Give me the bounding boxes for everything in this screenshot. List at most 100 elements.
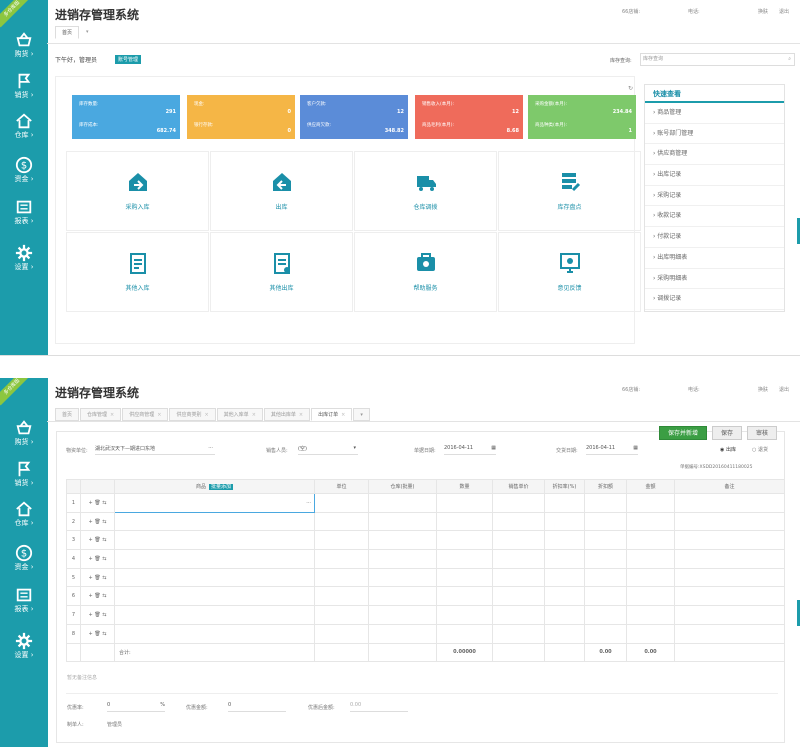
table-cell[interactable] — [368, 605, 437, 625]
table-cell[interactable] — [584, 605, 627, 625]
discount-rate-input[interactable]: 0% — [107, 702, 165, 712]
table-cell[interactable] — [114, 549, 315, 569]
table-cell[interactable] — [626, 530, 675, 551]
quick-access-item[interactable]: › 付款记录 — [645, 227, 784, 248]
table-cell[interactable]: 1 — [66, 493, 81, 513]
copy-row-icon[interactable]: ⇆ — [102, 519, 106, 525]
tab-item[interactable]: 其他出库单 × — [263, 408, 311, 421]
copy-row-icon[interactable]: ⇆ — [102, 631, 106, 637]
table-cell[interactable] — [436, 567, 493, 588]
table-cell[interactable] — [314, 549, 369, 569]
copy-row-icon[interactable]: ⇆ — [102, 575, 106, 581]
table-cell[interactable] — [368, 623, 437, 644]
shortcut-tile[interactable]: 其他出库 — [210, 232, 353, 312]
close-icon[interactable]: × — [110, 412, 114, 418]
table-cell[interactable] — [544, 511, 585, 532]
radio-checked-icon[interactable]: ◉ — [720, 447, 724, 453]
table-cell[interactable] — [314, 586, 369, 607]
table-cell[interactable] — [368, 493, 437, 513]
table-cell[interactable] — [584, 549, 627, 569]
quick-access-item[interactable]: › 收款记录 — [645, 206, 784, 228]
radio-empty-icon[interactable]: ○ — [752, 447, 756, 453]
sidebar-item-3[interactable]: $ 资金 › — [0, 541, 48, 583]
stock-query-input[interactable]: 库存查询 ⌕ — [640, 53, 795, 66]
table-cell[interactable] — [674, 511, 785, 532]
table-cell[interactable] — [584, 567, 627, 588]
table-cell[interactable] — [626, 549, 675, 569]
chevron-down-icon[interactable]: ▾ — [353, 445, 356, 451]
table-cell[interactable] — [584, 623, 627, 644]
shortcut-tile[interactable]: 采购入库 — [66, 151, 209, 231]
table-cell[interactable] — [314, 493, 369, 513]
logout-link[interactable]: 退出 — [779, 8, 789, 15]
sidebar-item-3[interactable]: $ 资金 › — [0, 153, 48, 195]
table-cell[interactable] — [114, 567, 315, 588]
sidebar-item-1[interactable]: 销货 › — [0, 457, 48, 499]
calendar-icon[interactable]: ▦ — [491, 445, 496, 451]
sidebar-item-2[interactable]: 仓库 › — [0, 497, 48, 539]
sidebar-item-4[interactable]: 报表 › — [0, 195, 48, 237]
tab-item[interactable]: 首页 — [55, 408, 80, 421]
table-cell[interactable] — [492, 530, 545, 551]
scrollbar[interactable] — [797, 600, 800, 626]
copy-row-icon[interactable]: ⇆ — [102, 537, 106, 543]
table-cell[interactable] — [492, 586, 545, 607]
search-icon[interactable]: ⌕ — [788, 54, 791, 65]
tab-item[interactable]: 出库订单 × — [311, 408, 353, 421]
deliver-date-input[interactable]: 2016-04-11 ▦ — [586, 445, 638, 455]
copy-row-icon[interactable]: ⇆ — [102, 593, 106, 599]
table-cell[interactable] — [492, 511, 545, 532]
table-cell[interactable] — [674, 567, 785, 588]
stat-card[interactable]: 销售收入(本月): 12 商品毛利(本月): 8.68 — [415, 95, 523, 139]
table-cell[interactable] — [544, 567, 585, 588]
stat-card[interactable]: 库存数量: 291 库存成本: 682.74 — [72, 95, 180, 139]
table-cell[interactable] — [584, 530, 627, 551]
table-cell[interactable]: 5 — [66, 567, 81, 588]
table-cell[interactable] — [674, 605, 785, 625]
copy-row-icon[interactable]: ⇆ — [102, 500, 106, 506]
account-badge[interactable]: 账号管理 — [115, 55, 142, 64]
close-icon[interactable]: × — [157, 412, 161, 418]
copy-row-icon[interactable]: ⇆ — [102, 556, 106, 562]
scrollbar[interactable] — [797, 218, 800, 244]
stat-card[interactable]: 现金: 0 银行存款: 0 — [187, 95, 295, 139]
sidebar-item-0[interactable]: 购货 › — [0, 28, 48, 70]
table-cell[interactable] — [544, 530, 585, 551]
tab-item[interactable]: 其他入库单 × — [216, 408, 263, 421]
table-cell[interactable] — [436, 605, 493, 625]
table-cell[interactable] — [626, 511, 675, 532]
quick-access-item[interactable]: › 商品管理 — [645, 103, 784, 124]
table-cell[interactable] — [368, 549, 437, 569]
close-icon[interactable]: × — [299, 412, 303, 418]
chevron-down-icon[interactable]: ▾ — [80, 26, 95, 39]
tab-item[interactable]: 仓库管理 × — [80, 408, 122, 421]
table-cell[interactable] — [492, 493, 545, 513]
table-cell[interactable] — [368, 511, 437, 532]
table-cell[interactable]: + 🗑︎ ⇆ — [80, 549, 115, 569]
table-cell[interactable]: + 🗑︎ ⇆ — [80, 605, 115, 625]
table-cell[interactable] — [584, 493, 627, 513]
quick-access-item[interactable]: › 出库记录 — [645, 165, 784, 186]
stat-card[interactable]: 客户欠款: 12 供应商欠款: 348.82 — [300, 95, 408, 139]
table-cell[interactable] — [626, 493, 675, 513]
table-cell[interactable]: 7 — [66, 605, 81, 625]
table-cell[interactable] — [314, 567, 369, 588]
table-cell[interactable] — [492, 567, 545, 588]
batch-add-button[interactable]: 批量添加 — [209, 484, 234, 490]
radio-out[interactable]: ◉ 出库 — [720, 446, 736, 453]
table-cell[interactable]: + 🗑︎ ⇆ — [80, 493, 115, 513]
shortcut-tile[interactable]: 库存盘点 — [498, 151, 641, 231]
table-cell[interactable] — [674, 530, 785, 551]
close-icon[interactable]: × — [341, 412, 345, 418]
table-cell[interactable] — [114, 623, 315, 644]
calendar-icon[interactable]: ▦ — [633, 445, 638, 451]
sidebar-item-5[interactable]: 设置 › — [0, 629, 48, 671]
table-cell[interactable] — [626, 567, 675, 588]
shortcut-tile[interactable]: 其他入库 — [66, 232, 209, 312]
table-cell[interactable] — [544, 493, 585, 513]
logout-link[interactable]: 退出 — [779, 386, 789, 393]
table-cell[interactable] — [114, 605, 315, 625]
quick-access-item[interactable]: › 采购明细表 — [645, 269, 784, 290]
table-cell[interactable] — [584, 511, 627, 532]
table-cell[interactable] — [544, 586, 585, 607]
